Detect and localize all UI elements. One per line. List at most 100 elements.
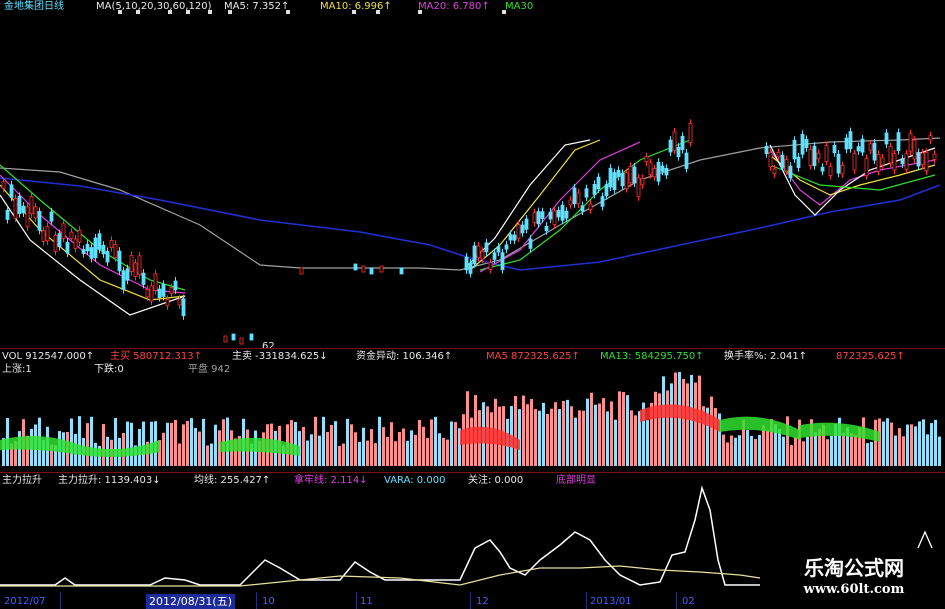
candle-body bbox=[612, 172, 617, 191]
candle-body bbox=[796, 156, 801, 168]
candle-body bbox=[588, 203, 593, 211]
vol-label: VOL 912547.000↑ bbox=[2, 351, 95, 362]
volume-bar bbox=[802, 441, 805, 466]
candle-body bbox=[652, 168, 657, 178]
volume-bar bbox=[570, 406, 573, 466]
candle-body bbox=[636, 177, 641, 198]
volume-bar bbox=[890, 422, 893, 466]
volume-bar bbox=[694, 382, 697, 466]
candle-body bbox=[624, 172, 629, 189]
candle-body bbox=[628, 165, 633, 184]
candle-body bbox=[576, 192, 581, 205]
candle-body bbox=[572, 187, 577, 205]
candle-body bbox=[141, 272, 146, 285]
volume-bar bbox=[450, 421, 453, 466]
candle-body bbox=[41, 230, 46, 242]
volume-bar bbox=[870, 441, 873, 466]
candle-body bbox=[5, 209, 10, 220]
volume-bar bbox=[826, 439, 829, 466]
watermark-title: 乐淘公式网 bbox=[804, 556, 904, 580]
date-selected[interactable]: 2012/08/31(五) bbox=[146, 594, 235, 609]
date-label-11: 11 bbox=[360, 596, 373, 607]
volume-bar bbox=[326, 432, 329, 466]
volume-bar bbox=[746, 430, 749, 466]
candle-body bbox=[632, 166, 637, 184]
candle-body bbox=[788, 165, 793, 179]
candle-body bbox=[145, 289, 150, 298]
volume-bar bbox=[514, 395, 517, 466]
volume-bar bbox=[710, 396, 713, 466]
volume-bar bbox=[194, 427, 197, 466]
candle-body bbox=[896, 132, 901, 151]
candle-body bbox=[900, 158, 905, 165]
candle-body bbox=[369, 267, 374, 275]
volume-bar bbox=[658, 393, 661, 466]
volume-bar bbox=[862, 417, 865, 466]
candle-body bbox=[157, 288, 162, 298]
vol-up-count: 上涨:1 bbox=[2, 364, 32, 375]
volume-bar bbox=[330, 424, 333, 466]
candle-body bbox=[361, 265, 366, 273]
candle-body bbox=[820, 166, 825, 172]
date-label-2012-07: 2012/07 bbox=[4, 596, 46, 607]
volume-bar bbox=[142, 421, 145, 466]
volume-bar bbox=[162, 432, 165, 466]
volume-bar bbox=[730, 435, 733, 466]
ind-avg: 均线: 255.427↑ bbox=[194, 475, 271, 486]
candle-body bbox=[564, 210, 569, 219]
candle-body bbox=[165, 299, 170, 307]
volume-bar bbox=[434, 416, 437, 466]
watermark-url: www.60lt.com bbox=[803, 582, 905, 597]
volume-bar bbox=[614, 419, 617, 466]
volume-bar bbox=[758, 434, 761, 466]
ind-vara: VARA: 0.000 bbox=[384, 475, 446, 486]
vol-ma5: MA5 872325.625↑ bbox=[486, 351, 580, 362]
candle-body bbox=[524, 218, 529, 230]
volume-bar bbox=[662, 376, 665, 466]
candle-body bbox=[476, 245, 481, 258]
candle-body bbox=[512, 234, 517, 241]
volume-bar bbox=[618, 391, 621, 466]
candle-body bbox=[640, 178, 645, 186]
volume-bar bbox=[874, 419, 877, 466]
candle-body bbox=[37, 211, 42, 231]
volume-bar bbox=[90, 416, 93, 466]
candle-body bbox=[584, 188, 589, 198]
volume-bar bbox=[866, 443, 869, 466]
candle-body bbox=[768, 152, 773, 168]
main-force-avg-line bbox=[0, 565, 761, 587]
candle-body bbox=[468, 262, 473, 274]
volume-bar bbox=[86, 423, 89, 466]
volume-bar bbox=[350, 424, 353, 466]
volume-bar bbox=[922, 419, 925, 466]
candle-body bbox=[464, 256, 469, 271]
ma10-line-b bbox=[469, 139, 601, 271]
volume-bar bbox=[830, 435, 833, 466]
volume-bar bbox=[534, 409, 537, 466]
volume-bar bbox=[906, 424, 909, 466]
vol-buy: 主买 580712.313↑ bbox=[110, 351, 202, 362]
candle-body bbox=[500, 252, 505, 271]
volume-bar bbox=[582, 410, 585, 466]
volume-bar bbox=[542, 402, 545, 466]
volume-bar bbox=[910, 424, 913, 466]
volume-bar bbox=[558, 409, 561, 466]
volume-bar bbox=[754, 438, 757, 466]
volume-bar bbox=[734, 437, 737, 466]
candle-body bbox=[21, 205, 26, 214]
candle-body bbox=[117, 250, 122, 272]
candle-body bbox=[13, 198, 18, 219]
volume-bar bbox=[738, 435, 741, 466]
candle-body bbox=[908, 133, 913, 152]
volume-bar bbox=[442, 437, 445, 466]
volume-bar bbox=[574, 417, 577, 466]
candle-body bbox=[892, 153, 897, 171]
candle-body bbox=[804, 139, 809, 149]
candle-body bbox=[780, 154, 785, 168]
candle-body bbox=[77, 229, 82, 243]
candle-body bbox=[544, 225, 549, 232]
volume-bar bbox=[174, 420, 177, 466]
candle-body bbox=[57, 233, 62, 247]
volume-bar bbox=[854, 435, 857, 466]
candle-body bbox=[792, 139, 797, 160]
